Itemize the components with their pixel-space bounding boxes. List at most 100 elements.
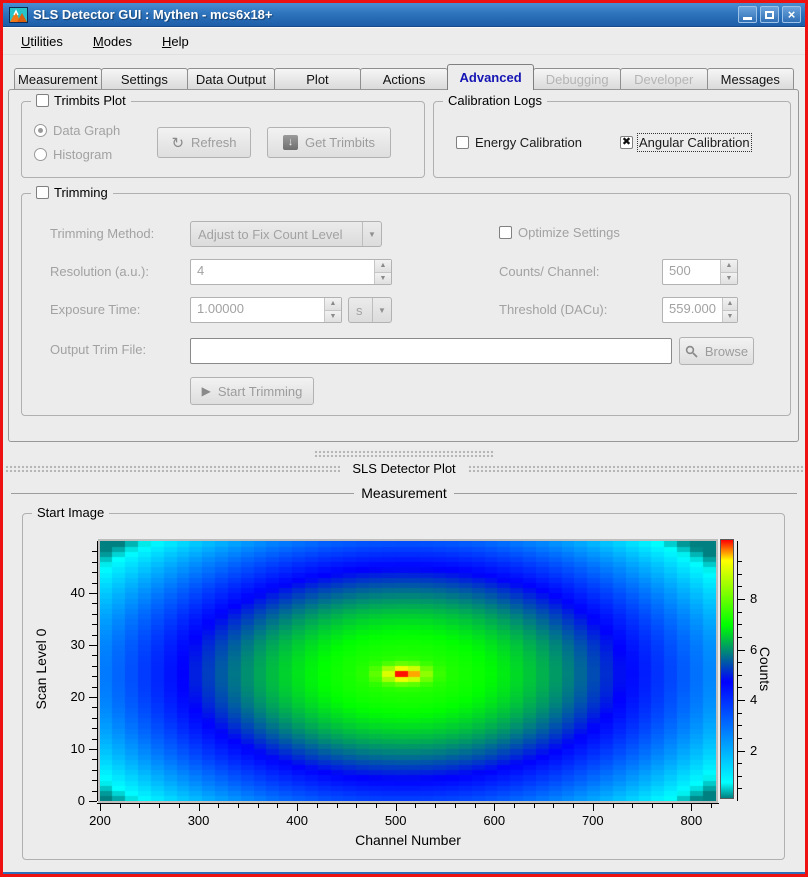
download-arrow-icon: ↓ (283, 135, 298, 150)
browse-button[interactable]: Browse (679, 337, 754, 365)
start-trimming-button[interactable]: ▶ Start Trimming (190, 377, 314, 405)
menu-utilities[interactable]: Utilities (13, 31, 71, 52)
spin-down-icon[interactable]: ▼ (721, 273, 737, 285)
get-trimbits-button[interactable]: ↓ Get Trimbits (267, 127, 391, 158)
calibration-logs-title: Calibration Logs (448, 93, 542, 108)
tab-plot[interactable]: Plot (274, 68, 362, 90)
tickmark (737, 662, 742, 663)
spin-down-icon[interactable]: ▼ (723, 311, 737, 323)
trimming-title: Trimming (54, 185, 108, 200)
titlebar: SLS Detector GUI : Mythen - mcs6x18+ × (3, 3, 805, 27)
trimming-checkbox[interactable] (36, 186, 49, 199)
dock-grip-left[interactable] (5, 464, 340, 472)
tab-debugging[interactable]: Debugging (533, 68, 621, 90)
refresh-button[interactable]: ↻ Refresh (157, 127, 251, 158)
dock-title: SLS Detector Plot (352, 461, 455, 476)
tickmark (356, 804, 357, 808)
output-trim-file-input[interactable] (190, 338, 672, 364)
menu-modes[interactable]: Modes (85, 31, 140, 52)
counts-channel-spinbox[interactable]: 500 ▲▼ (662, 259, 738, 285)
tab-measurement[interactable]: Measurement (14, 68, 102, 90)
tab-settings[interactable]: Settings (101, 68, 189, 90)
tickmark (92, 551, 97, 552)
tickmark (534, 804, 535, 808)
maximize-icon (765, 11, 774, 19)
tickmark (92, 614, 97, 615)
tickmark (218, 804, 219, 808)
tickmark (92, 666, 97, 667)
angular-calibration-checkbox[interactable] (620, 136, 633, 149)
minimize-icon (743, 17, 752, 20)
tickmark (120, 804, 121, 808)
tickmark (89, 801, 97, 802)
tickmark (737, 713, 742, 714)
tickmark (672, 804, 673, 808)
start-image-group: Start Image Scan Level 0 Channel Number … (22, 513, 785, 860)
tickmark (737, 675, 742, 676)
tickmark (179, 804, 180, 808)
minimize-button[interactable] (738, 6, 757, 23)
tickmark (92, 770, 97, 771)
app-logo-icon (9, 7, 28, 23)
exposure-unit-select[interactable]: s ▼ (348, 297, 392, 323)
tickmark (376, 804, 377, 808)
ticklabel: 30 (47, 637, 85, 653)
tab-messages[interactable]: Messages (707, 68, 795, 90)
trimbits-plot-checkbox[interactable] (36, 94, 49, 107)
ticklabel: 400 (272, 813, 322, 829)
tickmark (238, 804, 239, 808)
histogram-radio[interactable] (34, 148, 47, 161)
ticklabel: 40 (47, 585, 85, 601)
tab-data-output[interactable]: Data Output (187, 68, 275, 90)
close-button[interactable]: × (782, 6, 801, 23)
tickmark (737, 637, 742, 638)
splitter-handle[interactable] (314, 449, 494, 457)
colorbar (720, 539, 734, 799)
tickmark (92, 707, 97, 708)
tickmark (92, 739, 97, 740)
tickmark (92, 635, 97, 636)
heatmap-plot: Scan Level 0 Channel Number Counts 20030… (23, 514, 784, 859)
tickmark (514, 804, 515, 808)
tickmark (494, 804, 495, 811)
data-graph-radio[interactable] (34, 124, 47, 137)
threshold-label: Threshold (DACu): (499, 302, 607, 317)
trimbits-plot-title: Trimbits Plot (54, 93, 126, 108)
measurement-section: Measurement Start Image Scan Level 0 Cha… (3, 485, 805, 860)
spin-down-icon[interactable]: ▼ (325, 311, 341, 323)
spin-down-icon[interactable]: ▼ (375, 273, 391, 285)
tickmark (297, 804, 298, 811)
spin-up-icon[interactable]: ▲ (375, 260, 391, 273)
tickmark (92, 583, 97, 584)
exposure-time-spinbox[interactable]: 1.00000 ▲▼ (190, 297, 342, 323)
tickmark (691, 804, 692, 811)
spin-up-icon[interactable]: ▲ (721, 260, 737, 273)
tickmark (415, 804, 416, 808)
ticklabel: 8 (750, 591, 774, 607)
threshold-spinbox[interactable]: 559.000 ▲▼ (662, 297, 738, 323)
tickmark (737, 612, 742, 613)
ticklabel: 0 (47, 793, 85, 809)
tab-developer[interactable]: Developer (620, 68, 708, 90)
tickmark (317, 804, 318, 808)
tickmark (277, 804, 278, 808)
tab-actions[interactable]: Actions (360, 68, 448, 90)
tab-advanced[interactable]: Advanced (447, 64, 535, 90)
spin-up-icon[interactable]: ▲ (325, 298, 341, 311)
trimming-method-select[interactable]: Adjust to Fix Count Level ▼ (190, 221, 382, 247)
dock-grip-right[interactable] (468, 464, 803, 472)
ticklabel: 500 (371, 813, 421, 829)
heatmap-canvas[interactable] (98, 539, 718, 803)
resolution-spinbox[interactable]: 4 ▲▼ (190, 259, 392, 285)
output-trim-file-label: Output Trim File: (50, 342, 146, 357)
menu-help[interactable]: Help (154, 31, 197, 52)
tickmark (455, 804, 456, 808)
maximize-button[interactable] (760, 6, 779, 23)
axisline (97, 541, 98, 801)
tickmark (737, 738, 742, 739)
spin-up-icon[interactable]: ▲ (723, 298, 737, 311)
energy-calibration-checkbox[interactable] (456, 136, 469, 149)
tickmark (737, 788, 742, 789)
optimize-settings-checkbox[interactable] (499, 226, 512, 239)
tickmark (652, 804, 653, 808)
